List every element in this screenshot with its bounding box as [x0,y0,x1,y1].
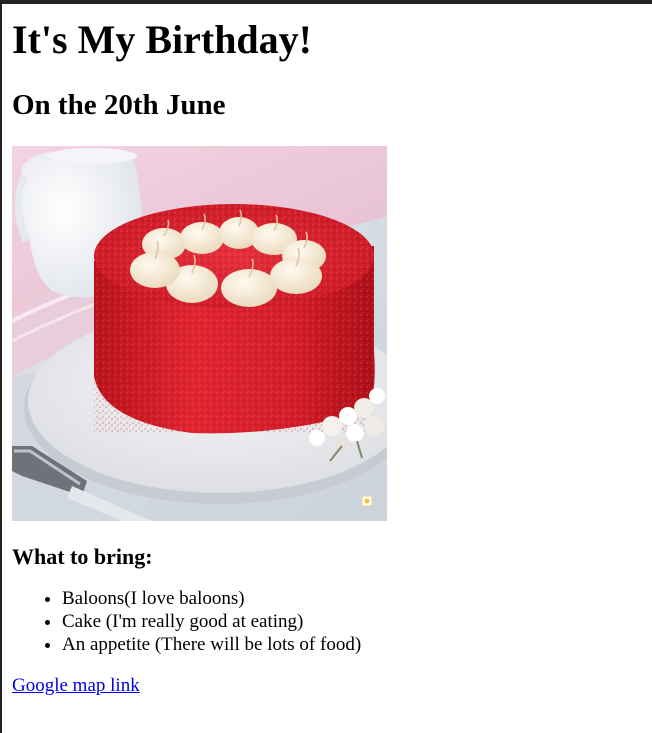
bring-list: Baloons(I love baloons) Cake (I'm really… [12,587,387,656]
date-heading: On the 20th June [12,89,226,121]
page-title: It's My Birthday! [12,17,312,62]
list-item: An appetite (There will be lots of food) [62,633,387,656]
page-content: It's My Birthday! On the 20th June What … [12,4,387,697]
cake-image [12,146,387,521]
list-item: Cake (I'm really good at eating) [62,610,387,633]
google-map-link[interactable]: Google map link [12,675,140,697]
list-item: Baloons(I love baloons) [62,587,387,610]
bring-heading: What to bring: [12,544,153,569]
